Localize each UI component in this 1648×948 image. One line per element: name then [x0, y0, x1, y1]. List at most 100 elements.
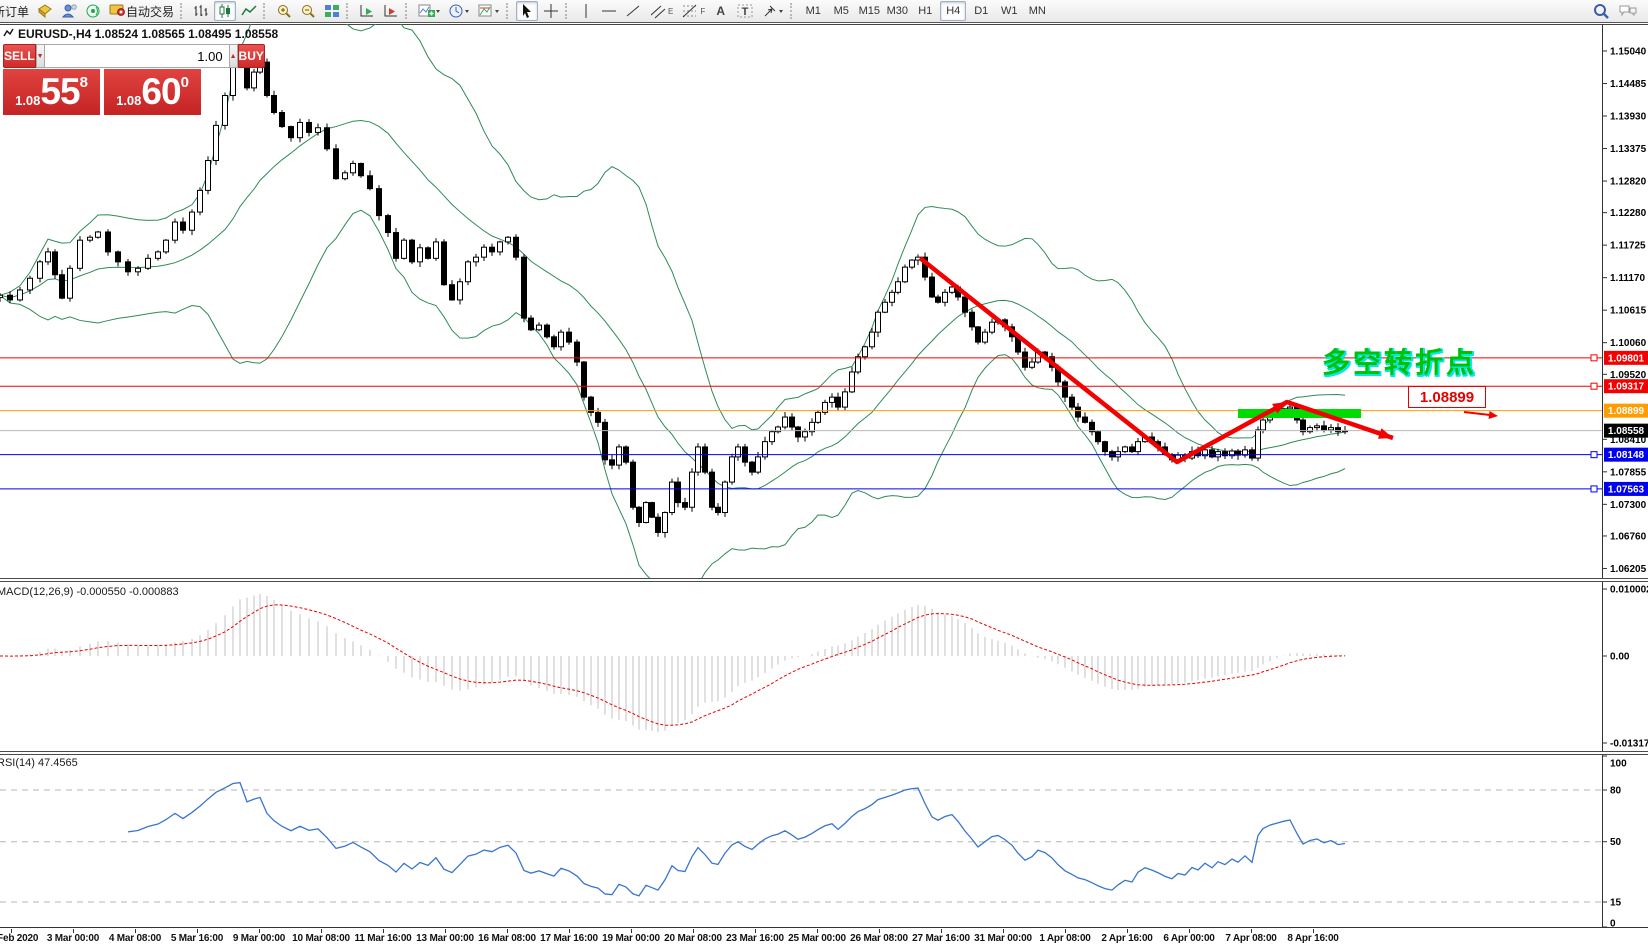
fibonacci-tool-icon[interactable]: F [678, 1, 708, 21]
macd-pane[interactable]: 0.0100020.00-0.013171 [0, 582, 1648, 751]
volume-input[interactable] [45, 44, 229, 68]
rsi-pane[interactable]: 1008050150 [0, 755, 1648, 928]
time-label: 8 Apr 16:00 [1287, 933, 1338, 944]
text-tool-icon[interactable]: A [710, 1, 731, 21]
zoom-in-icon[interactable] [273, 1, 295, 21]
volume-increase-button[interactable]: ▲ [229, 44, 238, 68]
svg-text:1.09801: 1.09801 [1608, 353, 1645, 364]
buy-button[interactable]: BUY [238, 44, 265, 68]
toolbar-separator [790, 3, 797, 19]
rsi-level-lines [0, 790, 1602, 902]
svg-text:1.15040: 1.15040 [1610, 47, 1647, 58]
macd-axis[interactable]: 0.0100020.00-0.013171 [1602, 585, 1648, 750]
toolbar-separator [506, 3, 513, 19]
svg-text:1.07300: 1.07300 [1610, 500, 1647, 511]
timeframe-m15[interactable]: M15 [856, 1, 882, 21]
toolbar-separator [405, 3, 412, 19]
svg-text:T: T [742, 6, 749, 18]
search-icon[interactable] [1589, 1, 1613, 21]
candlestick-chart-icon[interactable] [214, 1, 236, 21]
svg-text:1.09520: 1.09520 [1610, 370, 1647, 381]
svg-text:1.07855: 1.07855 [1610, 467, 1647, 478]
line-handle [1591, 383, 1597, 389]
time-label: 27 Mar 16:00 [912, 933, 970, 944]
timeframe-m1[interactable]: M1 [800, 1, 826, 21]
cursor-icon[interactable] [516, 1, 538, 21]
time-label: 5 Mar 16:00 [171, 933, 223, 944]
time-label: 4 Mar 08:00 [109, 933, 161, 944]
autotrading-button[interactable]: 自动交易 [106, 1, 177, 21]
main-chart-pane[interactable]: 1.150401.144851.139301.133751.128201.122… [0, 24, 1648, 578]
svg-text:1.11170: 1.11170 [1610, 273, 1645, 284]
volume-decrease-button[interactable]: ▼ [36, 44, 45, 68]
sell-price-pip: 8 [80, 74, 88, 91]
svg-text:1.06760: 1.06760 [1610, 531, 1647, 542]
time-label: 6 Apr 00:00 [1163, 933, 1214, 944]
line-handle [1591, 452, 1597, 458]
trendline-tool-icon[interactable] [622, 1, 644, 21]
new-order-button[interactable]: 新订单 [0, 1, 32, 21]
time-label: 23 Mar 16:00 [726, 933, 784, 944]
timeframe-m5[interactable]: M5 [828, 1, 854, 21]
price-axis[interactable]: 1.150401.144851.139301.133751.128201.122… [1602, 47, 1648, 575]
sell-price-panel[interactable]: 1.08 55 8 [3, 69, 100, 115]
vertical-line-tool-icon[interactable] [575, 1, 596, 21]
svg-text:1.12820: 1.12820 [1610, 177, 1647, 188]
chart-shift-icon[interactable] [380, 1, 402, 21]
equidistant-channel-icon[interactable]: E [646, 1, 676, 21]
sell-price-base: 1.08 [15, 93, 40, 108]
bar-chart-icon[interactable] [190, 1, 212, 21]
templates-icon[interactable] [475, 1, 503, 21]
svg-text:1.09317: 1.09317 [1608, 382, 1645, 393]
arrows-tool-icon[interactable] [759, 1, 787, 21]
bollinger-upper [0, 24, 1345, 438]
auto-scroll-icon[interactable] [356, 1, 378, 21]
sell-button[interactable]: SELL [3, 44, 36, 68]
time-axis[interactable]: 28 Feb 20203 Mar 00:004 Mar 08:005 Mar 1… [0, 929, 1648, 948]
package-icon[interactable] [34, 1, 56, 21]
line-chart-icon[interactable] [238, 1, 260, 21]
timeframe-m30[interactable]: M30 [884, 1, 910, 21]
chart-frame [0, 24, 1648, 578]
price-level-tag[interactable]: 1.08899 [1408, 386, 1486, 408]
buy-price-big: 60 [141, 72, 180, 112]
one-click-trading-widget: SELL ▼ ▲ BUY 1.08 55 8 1.08 60 0 [3, 44, 201, 115]
timeframe-h1[interactable]: H1 [912, 1, 938, 21]
svg-text:0: 0 [1610, 919, 1616, 929]
time-label: 10 Mar 08:00 [292, 933, 350, 944]
timeframe-d1[interactable]: D1 [968, 1, 994, 21]
horizontal-line-tool-icon[interactable] [598, 1, 620, 21]
svg-text:1.08148: 1.08148 [1608, 450, 1645, 461]
svg-text:100: 100 [1610, 759, 1627, 770]
time-label: 2 Apr 16:00 [1101, 933, 1152, 944]
buy-price-panel[interactable]: 1.08 60 0 [104, 69, 201, 115]
rsi-axis[interactable]: 1008050150 [1602, 756, 1627, 928]
time-label: 1 Apr 08:00 [1039, 933, 1090, 944]
axis-pointer-arrow [1464, 411, 1498, 419]
label-tool-icon[interactable]: T [733, 1, 757, 21]
tile-windows-icon[interactable] [321, 1, 343, 21]
chat-icon[interactable] [1615, 1, 1641, 21]
svg-text:50: 50 [1610, 837, 1622, 848]
top-toolbar: 新订单 自动交易 E F A T [0, 0, 1648, 23]
periods-icon[interactable] [445, 1, 473, 21]
svg-text:1.13375: 1.13375 [1610, 144, 1647, 155]
crosshair-icon[interactable] [540, 1, 562, 21]
profile-icon[interactable] [58, 1, 80, 21]
timeframe-w1[interactable]: W1 [996, 1, 1022, 21]
time-label: 26 Mar 08:00 [850, 933, 908, 944]
time-label: 20 Mar 08:00 [664, 933, 722, 944]
svg-text:1.14485: 1.14485 [1610, 79, 1647, 90]
indicators-icon[interactable] [415, 1, 443, 21]
svg-text:1.07563: 1.07563 [1608, 484, 1645, 495]
turning-point-annotation[interactable]: 多空转折点 [1322, 341, 1477, 381]
svg-text:1.08558: 1.08558 [1608, 426, 1645, 437]
time-label: 16 Mar 08:00 [478, 933, 536, 944]
svg-text:1.10615: 1.10615 [1610, 306, 1647, 317]
zoom-out-icon[interactable] [297, 1, 319, 21]
line-handle [1591, 486, 1597, 492]
timeframe-h4[interactable]: H4 [940, 1, 966, 21]
signal-icon[interactable] [82, 1, 104, 21]
timeframe-mn[interactable]: MN [1024, 1, 1050, 21]
svg-text:1.13930: 1.13930 [1610, 112, 1647, 123]
